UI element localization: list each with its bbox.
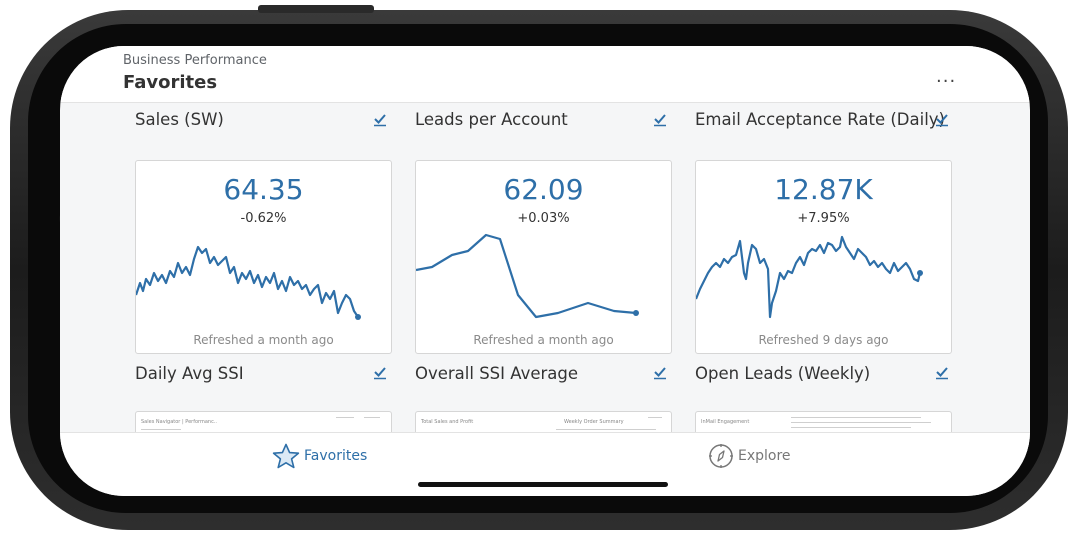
card-title-open-leads[interactable]: Open Leads (Weekly): [695, 364, 870, 383]
sparkline: [136, 245, 361, 320]
preview-detail: [791, 422, 931, 423]
preview-detail: [648, 417, 662, 418]
preview-detail: [336, 417, 354, 418]
app-header: Business Performance Favorites ...: [60, 46, 1030, 103]
refresh-status: Refreshed a month ago: [473, 333, 614, 347]
favorite-check-icon[interactable]: [935, 366, 949, 380]
home-indicator[interactable]: [418, 482, 668, 487]
preview-title: Sales Navigator | Performanc..: [141, 419, 218, 425]
metric-value: 64.35: [223, 173, 304, 206]
favorite-check-icon[interactable]: [653, 113, 667, 127]
tab-label: Explore: [738, 448, 791, 464]
refresh-status: Refreshed a month ago: [193, 333, 334, 347]
preview-title-2: Weekly Order Summary: [564, 419, 624, 425]
metric-tile-sales[interactable]: 64.35 -0.62% Refreshed a month ago: [135, 160, 392, 354]
favorite-check-icon[interactable]: [373, 113, 387, 127]
tab-favorites[interactable]: Favorites: [272, 443, 367, 469]
favorite-check-icon[interactable]: [373, 366, 387, 380]
dashboard-preview-daily-avg-ssi[interactable]: Sales Navigator | Performanc..: [135, 411, 392, 434]
preview-title: InMail Engagement: [701, 419, 750, 425]
card-title-daily-avg-ssi[interactable]: Daily Avg SSI: [135, 364, 244, 383]
tab-explore[interactable]: Explore: [708, 443, 791, 469]
dashboard-preview-overall-ssi[interactable]: Total Sales and Profit Weekly Order Summ…: [415, 411, 672, 434]
metric-tile-email-acceptance[interactable]: 12.87K +7.95% Refreshed 9 days ago: [695, 160, 952, 354]
star-icon: [272, 443, 300, 469]
favorite-check-icon[interactable]: [935, 113, 949, 127]
phone-side-button: [258, 5, 374, 13]
sparkline: [416, 233, 639, 319]
metric-value: 12.87K: [774, 173, 873, 206]
preview-detail: [141, 429, 181, 430]
tab-label: Favorites: [304, 448, 368, 464]
preview-detail: [556, 429, 656, 430]
metric-change: +7.95%: [797, 211, 850, 226]
metric-value: 62.09: [503, 173, 584, 206]
app-screen: Business Performance Favorites ... Sales…: [60, 46, 1030, 496]
breadcrumb[interactable]: Business Performance: [123, 53, 267, 68]
metric-tile-leads-per-account[interactable]: 62.09 +0.03% Refreshed a month ago: [415, 160, 672, 354]
metric-change: +0.03%: [517, 211, 570, 226]
favorite-check-icon[interactable]: [653, 366, 667, 380]
preview-detail: [791, 427, 911, 428]
card-title-overall-ssi-average[interactable]: Overall SSI Average: [415, 364, 578, 383]
preview-detail: [791, 417, 921, 418]
sparkline: [696, 235, 923, 319]
card-title-leads-per-account[interactable]: Leads per Account: [415, 110, 568, 129]
more-options-button[interactable]: ...: [936, 66, 956, 87]
card-title-email-acceptance[interactable]: Email Acceptance Rate (Daily): [695, 110, 945, 129]
preview-detail: [364, 417, 380, 418]
metric-change: -0.62%: [240, 211, 287, 226]
compass-icon: [709, 444, 733, 468]
refresh-status: Refreshed 9 days ago: [758, 333, 889, 347]
card-title-sales[interactable]: Sales (SW): [135, 110, 224, 129]
dashboard-preview-open-leads[interactable]: InMail Engagement: [695, 411, 952, 434]
preview-title: Total Sales and Profit: [421, 419, 474, 425]
page-title: Favorites: [123, 72, 218, 93]
